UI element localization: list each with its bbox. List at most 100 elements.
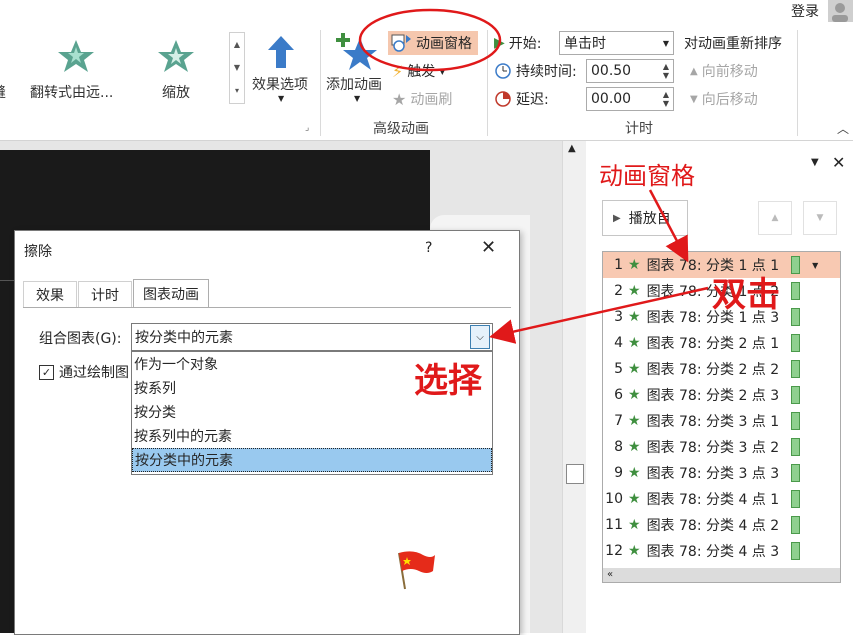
entrance-star-icon: ★	[628, 309, 641, 325]
item-text: 图表 78: 分类 3 点 3	[646, 466, 780, 482]
move-down-icon: ▼	[816, 213, 824, 223]
help-button[interactable]: ?	[425, 240, 432, 256]
effect-options-button[interactable]: 效果选项 ▼	[250, 32, 316, 108]
animation-painter-label: 动画刷	[410, 92, 453, 108]
entrance-star-icon: ★	[628, 257, 641, 273]
play-from-button[interactable]: ▶ 播放自	[602, 200, 688, 236]
move-later-label: 向后移动	[701, 92, 758, 108]
separator	[320, 30, 321, 136]
effect-options-label: 效果选项	[252, 77, 308, 93]
move-down-button[interactable]: ▼	[803, 201, 837, 235]
item-number: 2	[614, 283, 623, 299]
pane-callout-annotation: 动画窗格	[599, 162, 695, 190]
animation-list-item[interactable]: 5 ★ 图表 78: 分类 2 点 2	[603, 356, 840, 382]
animation-list-item[interactable]: 10 ★ 图表 78: 分类 4 点 1	[603, 486, 840, 512]
tab-divider	[23, 307, 511, 308]
tab-timing[interactable]: 计时	[78, 281, 132, 308]
effects-gallery: 缝 翻转式由远... 缩放 ▲ ▼ ▾	[0, 32, 247, 106]
draw-background-checkbox-row[interactable]: ✓ 通过绘制图	[39, 362, 129, 382]
close-icon[interactable]: ✕	[481, 237, 496, 258]
vertical-scrollbar[interactable]: ▲	[562, 141, 586, 633]
start-label: 开始:	[508, 36, 542, 52]
delay-spinner[interactable]: ▲ ▼	[659, 90, 669, 108]
delay-input[interactable]: 00.00 ▲ ▼	[586, 87, 674, 111]
item-number: 9	[614, 465, 623, 481]
gallery-scroll[interactable]: ▲ ▼ ▾	[229, 32, 245, 104]
item-dropdown-icon[interactable]: ▼	[812, 261, 818, 270]
checkbox-checked-icon[interactable]: ✓	[39, 364, 54, 380]
list-scroll-footer[interactable]: «	[603, 568, 840, 582]
item-text: 图表 78: 分类 4 点 1	[646, 492, 780, 508]
item-text: 图表 78: 分类 2 点 2	[646, 362, 780, 378]
scroll-up-icon[interactable]: ▲	[568, 143, 576, 154]
dialog-title: 擦除	[24, 244, 52, 260]
item-text: 图表 78: 分类 4 点 2	[646, 518, 780, 534]
animation-pane: 动画窗格 ▼ ✕ ▶ 播放自 ▲ ▼ 1 ★ 图表 78: 分类 1 点 1 ▼ 2 ★ 图…	[586, 141, 853, 633]
entrance-star-icon: ★	[628, 517, 641, 533]
item-number: 5	[614, 361, 623, 377]
duration-input[interactable]: 00.50 ▲ ▼	[586, 59, 674, 83]
chevron-down-icon[interactable]: ⌵	[470, 325, 490, 349]
dropdown-option[interactable]: 按系列中的元素	[132, 424, 492, 448]
move-earlier-label: 向前移动	[701, 64, 758, 80]
animation-list-item[interactable]: 9 ★ 图表 78: 分类 3 点 3	[603, 460, 840, 486]
gallery-down-icon[interactable]: ▼	[230, 56, 244, 79]
reorder-title: 对动画重新排序	[684, 36, 782, 52]
tab-chart-animation[interactable]: 图表动画	[133, 279, 209, 308]
item-number: 8	[614, 439, 623, 455]
timeline-bar	[791, 308, 801, 326]
move-earlier-icon: ▲	[690, 65, 698, 77]
pane-close-icon[interactable]: ✕	[832, 153, 845, 172]
pane-options-icon[interactable]: ▼	[811, 157, 819, 168]
highlight-circle-annotation	[358, 8, 502, 72]
effect-item-zoom[interactable]: 缩放	[140, 36, 220, 102]
play-icon: ▶	[613, 212, 621, 224]
user-avatar-icon[interactable]	[828, 0, 853, 22]
delay-label: 延迟:	[516, 92, 549, 108]
entrance-star-icon: ★	[628, 439, 641, 455]
delay-value: 00.00	[591, 91, 632, 107]
collapse-ribbon-icon[interactable]: ︿	[837, 120, 849, 137]
timeline-bar	[791, 386, 801, 404]
animation-list-item[interactable]: 4 ★ 图表 78: 分类 2 点 1	[603, 330, 840, 356]
animation-list-item[interactable]: 6 ★ 图表 78: 分类 2 点 3	[603, 382, 840, 408]
login-link[interactable]: 登录	[791, 1, 819, 21]
item-number: 11	[605, 517, 623, 533]
painter-star-icon: ★	[392, 89, 407, 109]
start-select[interactable]: 单击时 ▼	[559, 31, 674, 55]
start-dropdown-icon[interactable]: ▼	[663, 39, 669, 48]
animation-list-item[interactable]: 11 ★ 图表 78: 分类 4 点 2	[603, 512, 840, 538]
item-number: 4	[614, 335, 623, 351]
animation-painter-button[interactable]: ★ 动画刷	[392, 87, 452, 111]
dialog-launcher-icon[interactable]: ⌟	[305, 123, 309, 133]
animation-list-item[interactable]: 12 ★ 图表 78: 分类 4 点 3	[603, 538, 840, 564]
move-later-button[interactable]: ▼ 向后移动	[690, 89, 758, 109]
move-up-icon: ▲	[771, 213, 779, 223]
item-number: 12	[605, 543, 623, 559]
duration-row: 持续时间:	[494, 59, 577, 83]
gallery-more-icon[interactable]: ▾	[230, 79, 244, 102]
dropdown-option-selected[interactable]: 按分类中的元素	[132, 448, 492, 472]
duration-label: 持续时间:	[516, 64, 577, 80]
animation-list-item[interactable]: 7 ★ 图表 78: 分类 3 点 1	[603, 408, 840, 434]
select-annotation: 选择	[414, 361, 482, 401]
item-text: 图表 78: 分类 3 点 1	[646, 414, 780, 430]
expand-up-icon[interactable]: «	[607, 569, 613, 580]
up-arrow-icon	[268, 36, 294, 68]
effect-item-flip[interactable]: 翻转式由远...	[30, 36, 125, 102]
entrance-star-icon: ★	[628, 361, 641, 377]
move-earlier-button[interactable]: ▲ 向前移动	[690, 61, 758, 81]
duration-value: 00.50	[591, 63, 632, 79]
gallery-up-icon[interactable]: ▲	[230, 33, 244, 56]
item-text: 图表 78: 分类 2 点 3	[646, 388, 780, 404]
duration-spinner[interactable]: ▲ ▼	[659, 62, 669, 80]
dropdown-option[interactable]: 按分类	[132, 400, 492, 424]
move-up-button[interactable]: ▲	[758, 201, 792, 235]
group-chart-select[interactable]: 按分类中的元素 ⌵	[131, 323, 493, 351]
scroll-thumb[interactable]	[566, 464, 584, 484]
tab-effect[interactable]: 效果	[23, 281, 77, 308]
ribbon: 登录 缝 翻转式由远... 缩放 ▲ ▼ ▾	[0, 0, 853, 141]
item-text: 图表 78: 分类 4 点 3	[646, 544, 780, 560]
timeline-bar	[791, 334, 801, 352]
animation-list-item[interactable]: 8 ★ 图表 78: 分类 3 点 2	[603, 434, 840, 460]
